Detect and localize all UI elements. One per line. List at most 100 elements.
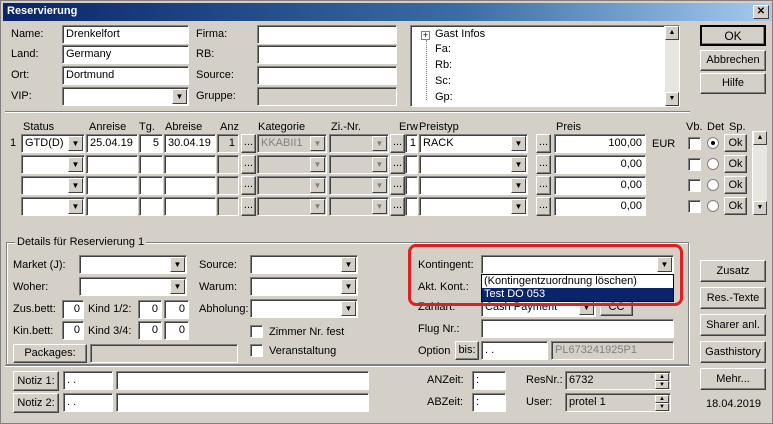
source-input[interactable] bbox=[257, 66, 397, 85]
tg-input[interactable] bbox=[139, 176, 163, 195]
ok-button[interactable]: OK bbox=[700, 25, 766, 46]
packages-button[interactable]: Packages: bbox=[13, 344, 87, 363]
abreise-input[interactable]: 30.04.19 bbox=[164, 134, 216, 153]
status-select[interactable]: ▼ bbox=[21, 155, 85, 174]
mehr-button[interactable]: Mehr... bbox=[700, 368, 766, 390]
scroll-up-icon[interactable]: ▲ bbox=[665, 26, 679, 40]
erw-input[interactable] bbox=[405, 155, 418, 174]
det-radio[interactable] bbox=[707, 137, 719, 149]
kind34-input-b[interactable]: 0 bbox=[164, 321, 189, 340]
det-radio[interactable] bbox=[707, 179, 719, 191]
det-radio[interactable] bbox=[707, 158, 719, 170]
chevron-down-icon[interactable]: ▼ bbox=[511, 136, 526, 151]
tree-item-fa[interactable]: Fa: bbox=[435, 43, 451, 56]
preis-input[interactable]: 100,00 bbox=[554, 134, 646, 153]
preistyp-select[interactable]: ▼ bbox=[419, 197, 528, 216]
tree-item-sc[interactable]: Sc: bbox=[435, 75, 451, 88]
warum-select[interactable]: ▼ bbox=[250, 277, 358, 296]
rb-input[interactable] bbox=[257, 45, 397, 64]
kinbett-input[interactable]: 0 bbox=[62, 321, 84, 340]
sp-ok-button[interactable]: Ok bbox=[724, 176, 747, 194]
chevron-down-icon[interactable]: ▼ bbox=[310, 199, 325, 214]
land-input[interactable]: Germany bbox=[62, 45, 189, 64]
chevron-down-icon[interactable]: ▼ bbox=[68, 178, 83, 193]
help-button[interactable]: Hilfe bbox=[700, 73, 766, 94]
tree-item-gp[interactable]: Gp: bbox=[435, 91, 453, 104]
erw-input[interactable]: 1 bbox=[405, 134, 418, 153]
chevron-down-icon[interactable]: ▼ bbox=[372, 157, 387, 172]
preis-input[interactable]: 0,00 bbox=[554, 176, 646, 195]
sp-ok-button[interactable]: Ok bbox=[724, 155, 747, 173]
vb-checkbox[interactable] bbox=[688, 158, 701, 171]
tree-root-label[interactable]: Gast Infos bbox=[435, 28, 485, 41]
notiz1-input[interactable] bbox=[116, 371, 369, 390]
tg-input[interactable] bbox=[139, 197, 163, 216]
room-lookup-button[interactable]: ... bbox=[390, 134, 405, 153]
price-lookup-button[interactable]: ... bbox=[536, 197, 551, 216]
preistyp-select[interactable]: ▼ bbox=[419, 155, 528, 174]
zusatz-button[interactable]: Zusatz bbox=[700, 260, 766, 282]
cancel-button[interactable]: Abbrechen bbox=[700, 50, 766, 71]
chevron-down-icon[interactable]: ▼ bbox=[341, 257, 356, 272]
room-lookup-button[interactable]: ... bbox=[390, 197, 405, 216]
category-lookup-button[interactable]: ... bbox=[241, 197, 256, 216]
tree-item-rb[interactable]: Rb: bbox=[435, 59, 452, 72]
preis-input[interactable]: 0,00 bbox=[554, 155, 646, 174]
det-radio[interactable] bbox=[707, 200, 719, 212]
price-lookup-button[interactable]: ... bbox=[536, 134, 551, 153]
scroll-down-icon[interactable]: ▼ bbox=[665, 92, 679, 106]
chevron-down-icon[interactable]: ▼ bbox=[341, 301, 356, 316]
preistyp-select[interactable]: RACK ▼ bbox=[419, 134, 528, 153]
abreise-input[interactable] bbox=[164, 155, 216, 174]
erw-input[interactable] bbox=[405, 176, 418, 195]
status-select[interactable]: GTD(D) ▼ bbox=[21, 134, 85, 153]
price-lookup-button[interactable]: ... bbox=[536, 155, 551, 174]
chevron-down-icon[interactable]: ▼ bbox=[310, 178, 325, 193]
chevron-down-icon[interactable]: ▼ bbox=[170, 257, 185, 272]
option-date-input[interactable]: . . bbox=[481, 341, 548, 360]
gasthistory-button[interactable]: Gasthistory bbox=[700, 341, 766, 363]
anreise-input[interactable] bbox=[86, 197, 138, 216]
notiz2-button[interactable]: Notiz 2: bbox=[13, 393, 59, 413]
chevron-down-icon[interactable]: ▼ bbox=[372, 136, 387, 151]
sp-ok-button[interactable]: Ok bbox=[724, 134, 747, 152]
bis-button[interactable]: bis: bbox=[455, 341, 479, 360]
scroll-down-icon[interactable]: ▼ bbox=[753, 201, 767, 215]
abzeit-input[interactable]: : bbox=[472, 393, 506, 412]
anreise-input[interactable] bbox=[86, 155, 138, 174]
veranstaltung-checkbox[interactable] bbox=[250, 344, 263, 357]
abholung-select[interactable]: ▼ bbox=[250, 299, 358, 318]
chevron-down-icon[interactable]: ▼ bbox=[511, 157, 526, 172]
preistyp-select[interactable]: ▼ bbox=[419, 176, 528, 195]
status-select[interactable]: ▼ bbox=[21, 197, 85, 216]
chevron-down-icon[interactable]: ▼ bbox=[511, 178, 526, 193]
spin-down-icon[interactable]: ▼ bbox=[655, 381, 669, 389]
anzeit-input[interactable]: : bbox=[472, 371, 506, 390]
zimmer-fest-checkbox[interactable] bbox=[250, 325, 263, 338]
kind12-input-b[interactable]: 0 bbox=[164, 300, 189, 319]
notiz2-input[interactable] bbox=[116, 393, 369, 412]
name-input[interactable]: Drenkelfort bbox=[62, 25, 189, 44]
status-select[interactable]: ▼ bbox=[21, 176, 85, 195]
preis-input[interactable]: 0,00 bbox=[554, 197, 646, 216]
sharer-button[interactable]: Sharer anl. bbox=[700, 314, 766, 336]
room-lookup-button[interactable]: ... bbox=[390, 155, 405, 174]
vip-select[interactable]: ▼ bbox=[62, 87, 189, 106]
tg-input[interactable]: 5 bbox=[139, 134, 163, 153]
guest-info-tree[interactable]: + Gast Infos Fa: Rb: Sc: Gp: ▲ ▼ bbox=[410, 25, 680, 107]
kind12-input-a[interactable]: 0 bbox=[138, 300, 162, 319]
kind34-input-a[interactable]: 0 bbox=[138, 321, 162, 340]
market-select[interactable]: ▼ bbox=[79, 255, 187, 274]
anreise-input[interactable] bbox=[86, 176, 138, 195]
spin-up-icon[interactable]: ▲ bbox=[655, 395, 669, 403]
firma-input[interactable] bbox=[257, 25, 397, 44]
spin-down-icon[interactable]: ▼ bbox=[655, 403, 669, 411]
chevron-down-icon[interactable]: ▼ bbox=[341, 279, 356, 294]
price-lookup-button[interactable]: ... bbox=[536, 176, 551, 195]
chevron-down-icon[interactable]: ▼ bbox=[372, 199, 387, 214]
category-lookup-button[interactable]: ... bbox=[241, 176, 256, 195]
chevron-down-icon[interactable]: ▼ bbox=[511, 199, 526, 214]
chevron-down-icon[interactable]: ▼ bbox=[310, 136, 325, 151]
tg-input[interactable] bbox=[139, 155, 163, 174]
chevron-down-icon[interactable]: ▼ bbox=[68, 199, 83, 214]
